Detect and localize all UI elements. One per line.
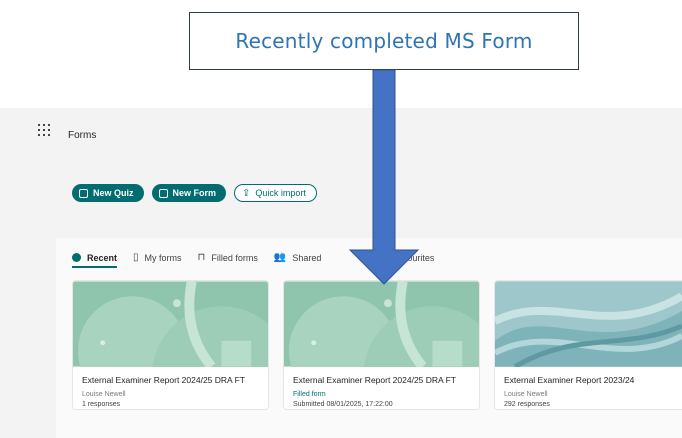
annotation-arrow — [348, 69, 420, 285]
